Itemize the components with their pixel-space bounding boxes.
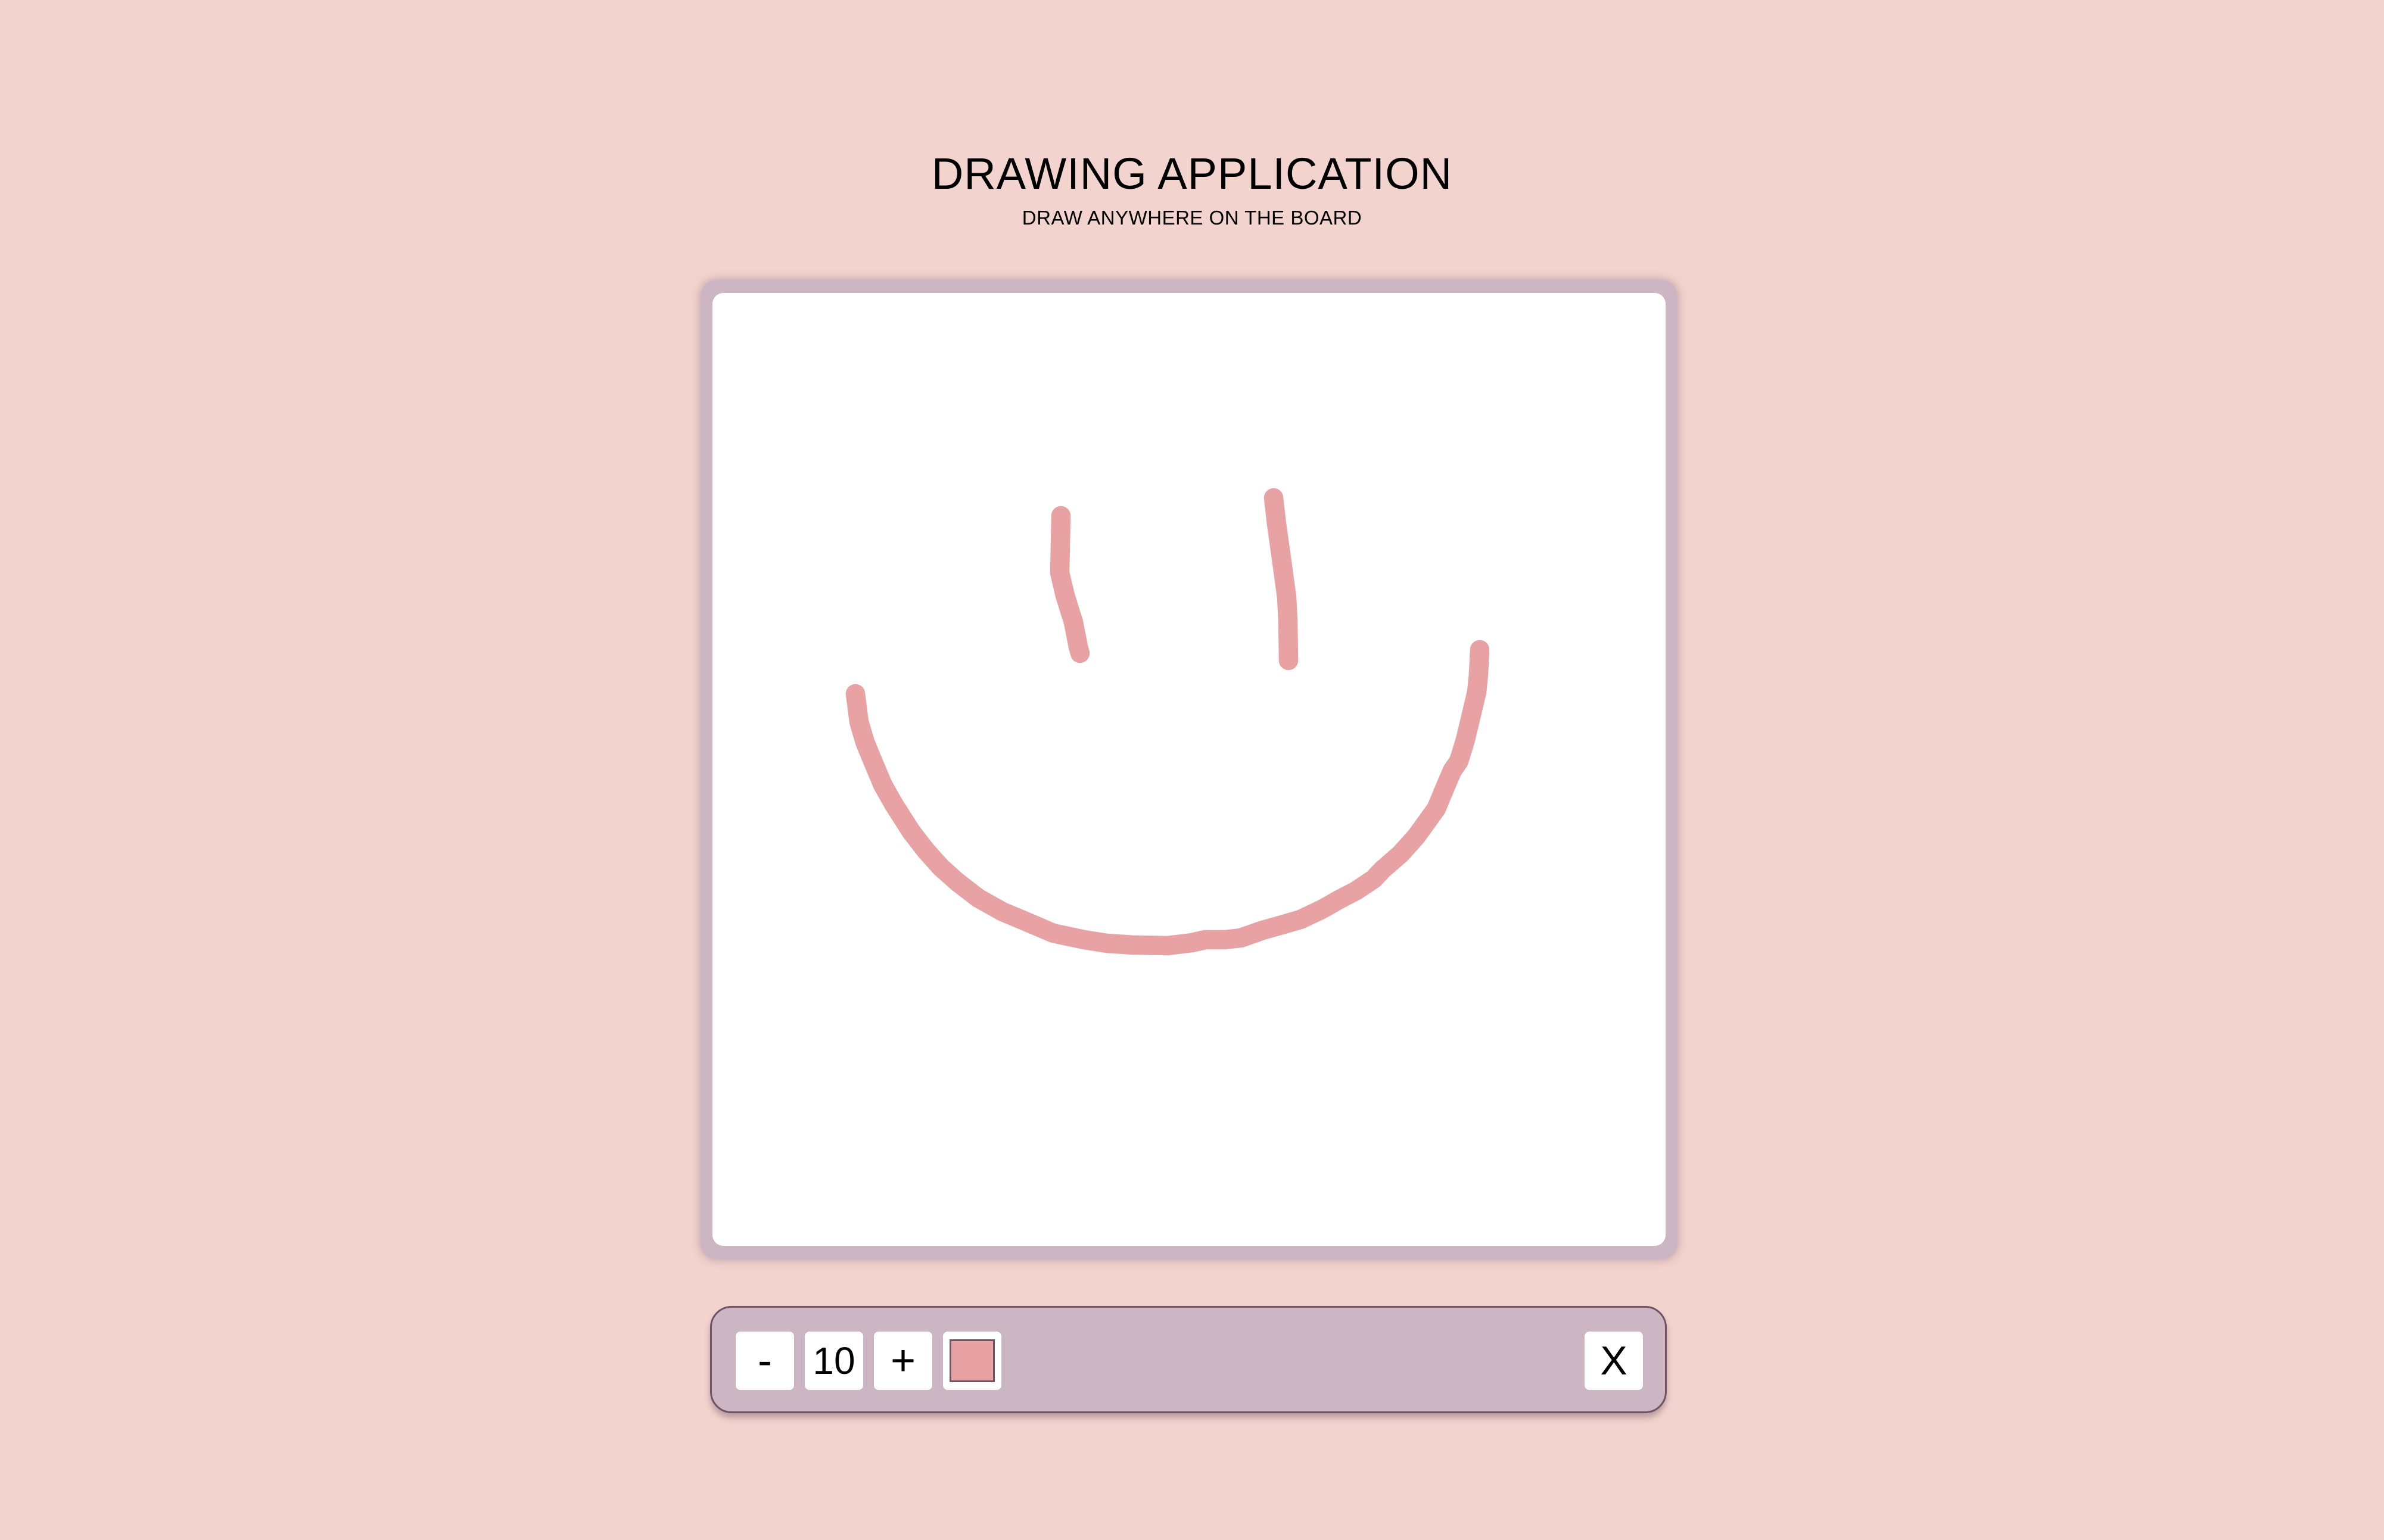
page-header: DRAWING APPLICATION DRAW ANYWHERE ON THE… bbox=[0, 149, 2384, 229]
drawing-canvas[interactable] bbox=[712, 293, 1666, 1246]
color-swatch bbox=[950, 1339, 995, 1382]
clear-button[interactable]: X bbox=[1585, 1332, 1643, 1390]
drawing-board-frame bbox=[701, 280, 1677, 1260]
drawn-stroke-left-eye bbox=[1050, 506, 1090, 663]
page-subtitle: DRAW ANYWHERE ON THE BOARD bbox=[1022, 207, 1362, 229]
toolbar: - 10 + X bbox=[710, 1306, 1667, 1413]
color-picker[interactable] bbox=[943, 1332, 1001, 1390]
drawn-stroke-right-eye bbox=[1263, 488, 1299, 671]
drawing-surface[interactable] bbox=[712, 293, 1666, 1246]
increase-size-button[interactable]: + bbox=[874, 1332, 932, 1390]
decrease-size-button[interactable]: - bbox=[736, 1332, 794, 1390]
page-title: DRAWING APPLICATION bbox=[931, 149, 1453, 198]
brush-size-display: 10 bbox=[805, 1332, 863, 1390]
drawn-stroke-mouth bbox=[845, 640, 1490, 956]
